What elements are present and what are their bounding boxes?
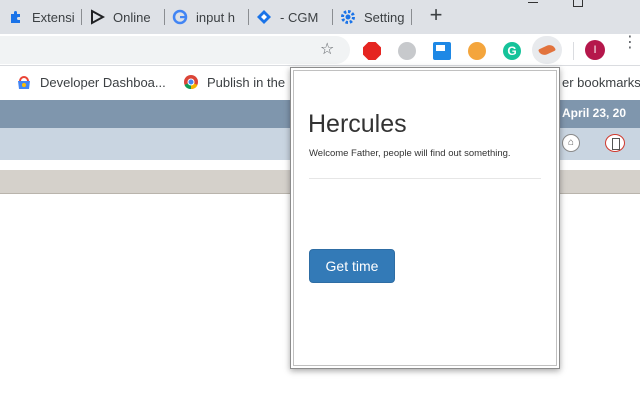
popup-subtitle: Welcome Father, people will find out som… [309, 148, 511, 159]
tab-separator [332, 9, 333, 25]
google-icon [172, 9, 188, 25]
play-icon [89, 9, 105, 25]
tab-label: Setting [364, 9, 404, 25]
gear-icon [340, 9, 356, 25]
tab-label: - CGM [280, 9, 319, 25]
gear-extension-icon[interactable] [398, 42, 416, 60]
tab-label: input h [196, 9, 236, 25]
tab-separator [164, 9, 165, 25]
minimize-button[interactable] [528, 2, 538, 3]
popup-divider [309, 178, 541, 179]
get-time-button[interactable]: Get time [309, 249, 395, 283]
exit-icon[interactable] [605, 134, 625, 152]
toolbar-separator [573, 42, 574, 60]
chrome-icon [183, 74, 199, 90]
bookmark-publish[interactable]: Publish in the [183, 74, 285, 90]
tab-label: Online [113, 9, 151, 25]
bookmark-star-icon[interactable]: ☆ [320, 39, 334, 59]
bookmark-developer-dashboard[interactable]: Developer Dashboa... [16, 74, 166, 90]
browser-menu-icon[interactable]: ⋮ [622, 35, 638, 60]
other-bookmarks[interactable]: er bookmarks [562, 74, 640, 90]
tab-settings[interactable]: Setting [340, 0, 404, 34]
tab-strip: Extensi Online input h - CGM Setting + [0, 0, 640, 34]
tab-extensions[interactable]: Extensi [8, 0, 74, 34]
window-extension-icon[interactable] [433, 42, 451, 60]
address-bar[interactable] [0, 36, 350, 64]
bookmark-label: Publish in the [207, 74, 286, 90]
brain-extension-icon[interactable] [468, 42, 486, 60]
profile-avatar[interactable]: I [585, 40, 605, 60]
extension-popup: Hercules Welcome Father, people will fin… [290, 67, 560, 369]
adblock-extension-icon[interactable] [363, 42, 381, 60]
tab-separator [248, 9, 249, 25]
maximize-button[interactable] [573, 0, 583, 7]
tab-google-search[interactable]: input h [172, 0, 244, 34]
bookmark-label: Developer Dashboa... [40, 74, 166, 90]
grammarly-extension-icon[interactable]: G [503, 42, 521, 60]
puzzle-icon [8, 9, 24, 25]
tab-separator [81, 9, 82, 25]
home-icon[interactable]: ⌂ [562, 134, 580, 152]
hercules-extension-icon[interactable] [532, 36, 562, 64]
page-date: April 23, 20 [562, 106, 627, 120]
diamond-icon [256, 9, 272, 25]
popup-title: Hercules [308, 110, 407, 138]
chrome-webstore-icon [16, 74, 32, 90]
tab-online[interactable]: Online [89, 0, 155, 34]
tab-separator [411, 9, 412, 25]
tab-label: Extensi [32, 9, 74, 25]
new-tab-button[interactable]: + [426, 4, 446, 28]
browser-toolbar: ☆ G I ⋮ [0, 34, 640, 66]
tab-cgm[interactable]: - CGM [256, 0, 332, 34]
